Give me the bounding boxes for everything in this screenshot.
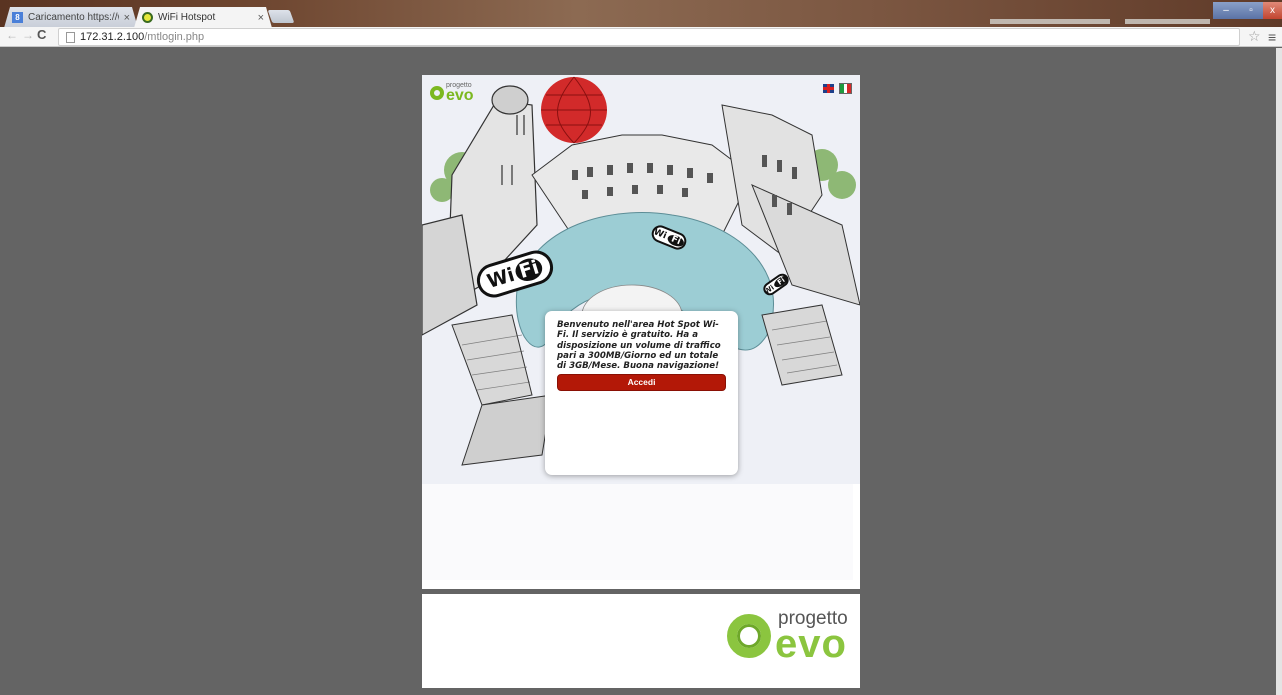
logo-ring-icon <box>727 614 771 659</box>
welcome-dialog: Benvenuto nell'area Hot Spot Wi-Fi. Il s… <box>545 311 738 475</box>
minimize-button[interactable]: – <box>1213 2 1239 19</box>
wifi-favicon <box>142 12 153 23</box>
tab-title: WiFi Hotspot <box>158 12 216 23</box>
logo-text: progetto evo <box>775 609 848 667</box>
progetto-evo-logo-large[interactable]: progetto evo <box>727 609 848 667</box>
maximize-button[interactable]: ▫ <box>1239 2 1263 19</box>
logo-word-bottom: evo <box>775 622 847 667</box>
forward-arrow-icon[interactable]: → <box>22 28 34 42</box>
address-bar[interactable]: 172.31.2.100 /mtlogin.php <box>58 28 1240 46</box>
taskbar-ghost <box>990 19 1110 24</box>
content-area <box>422 484 853 580</box>
tab-close-icon[interactable]: × <box>124 12 130 24</box>
hotspot-card: progetto evo Wi Fi Wi Fi Wi Fi Benvenuto ne… <box>422 75 860 589</box>
menu-icon[interactable]: ≡ <box>1268 29 1276 45</box>
browser-toolbar: ← → C 172.31.2.100 /mtlogin.php ☆ ≡ <box>0 27 1282 47</box>
logo-text: progetto evo <box>446 82 474 105</box>
uk-flag-icon[interactable] <box>823 84 834 93</box>
tab-title: Caricamento https://www <box>28 12 118 23</box>
tab-close-icon[interactable]: × <box>258 12 264 24</box>
logo-word-bottom: evo <box>446 87 474 105</box>
page-icon <box>66 31 75 43</box>
window-close-button[interactable]: x <box>1263 2 1282 19</box>
back-arrow-icon[interactable]: ← <box>6 28 18 42</box>
login-button[interactable]: Accedi <box>557 374 726 392</box>
footer-panel: progetto evo <box>422 594 860 688</box>
scrollbar[interactable] <box>1276 48 1282 695</box>
reload-icon[interactable]: C <box>37 27 46 42</box>
wifi-badge-wi: Wi <box>484 263 518 293</box>
url-host: 172.31.2.100 <box>80 31 145 43</box>
welcome-message: Benvenuto nell'area Hot Spot Wi-Fi. Il s… <box>557 320 721 372</box>
wifi-badge-fi: Fi <box>512 255 546 285</box>
progetto-evo-logo-small[interactable]: progetto evo <box>430 82 474 105</box>
new-tab-button[interactable] <box>267 10 295 23</box>
taskbar-ghost <box>1125 19 1210 24</box>
google-icon: 8 <box>12 12 23 23</box>
italy-flag-icon[interactable] <box>839 83 852 94</box>
tab-wifi-hotspot[interactable]: WiFi Hotspot × <box>134 7 272 28</box>
wifi-badge-wi: Wi <box>652 226 668 241</box>
url-path: /mtlogin.php <box>144 31 205 43</box>
bookmark-star-icon[interactable]: ☆ <box>1248 28 1261 45</box>
logo-ring-icon <box>430 86 444 101</box>
browser-titlebar: 8 Caricamento https://www × WiFi Hotspot… <box>0 0 1282 27</box>
tab-loading[interactable]: 8 Caricamento https://www × <box>4 7 138 28</box>
wifi-badge-fi: Fi <box>666 232 686 249</box>
